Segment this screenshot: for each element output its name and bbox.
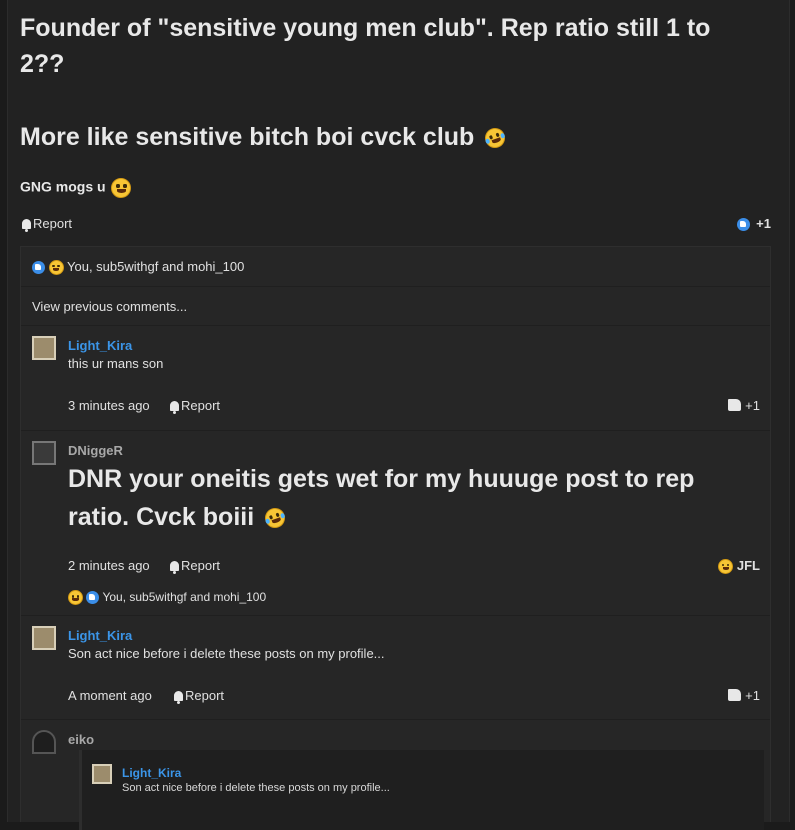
comment-reactions-summary[interactable]: You, sub5withgf and mohi_100 [68, 590, 267, 606]
comment-2: DNiggeR DNR your oneitis gets wet for my… [21, 430, 770, 614]
post-report-label: Report [33, 216, 73, 231]
post-title-line1: Founder of "sensitive young men club". R… [20, 14, 711, 42]
post-report-link[interactable]: Report [22, 216, 73, 232]
comment-1: Light_Kira this ur mans son 3 minutes ag… [21, 325, 770, 430]
quote-block: Light_Kira Son act nice before i delete … [79, 750, 764, 830]
comment-text-line1: DNR your oneitis gets wet for my huuuge … [68, 465, 695, 493]
post-line3: More like sensitive bitch boi cvck club [20, 119, 509, 155]
quote-text: Son act nice before i delete these posts… [122, 782, 390, 794]
bell-icon [174, 691, 183, 704]
comment-author[interactable]: Light_Kira [68, 338, 132, 353]
post-reaction-count-value: +1 [756, 216, 771, 231]
comment-text: this ur mans son [68, 356, 164, 371]
comment-author[interactable]: Light_Kira [68, 628, 132, 643]
like-icon [32, 261, 45, 275]
grinning-emoji-icon [111, 178, 132, 198]
post-line4-text: GNG mogs u [20, 178, 106, 195]
comment-text-line2-wrap: ratio. Cvck boiii [68, 499, 288, 535]
post-reaction-count[interactable]: +1 [736, 216, 771, 232]
comment-author[interactable]: DNiggeR [68, 443, 123, 458]
rofl-emoji-icon [482, 125, 509, 152]
reactions-summary-text: You, sub5withgf and mohi_100 [67, 259, 245, 274]
bell-icon [170, 401, 179, 414]
comment-report-label: Report [185, 688, 225, 703]
comment-4: eiko Light_Kira Son act nice before i de… [21, 719, 770, 830]
bell-icon [22, 219, 31, 232]
rofl-emoji-icon [262, 505, 288, 532]
post-line4: GNG mogs u [20, 178, 132, 198]
comment-reaction-button[interactable]: JFL [718, 558, 760, 575]
comment-report-link[interactable]: Report [170, 558, 221, 574]
avatar[interactable] [32, 730, 56, 754]
avatar[interactable] [32, 441, 56, 465]
post-title-line2: 2?? [20, 50, 65, 78]
comment-report-link[interactable]: Report [174, 688, 225, 704]
comment-report-label: Report [181, 558, 221, 573]
comment-text: Son act nice before i delete these posts… [68, 646, 385, 661]
comment-like-button[interactable]: +1 [728, 688, 760, 703]
comment-reaction-label: JFL [736, 558, 760, 573]
view-previous-row: View previous comments... [21, 286, 770, 325]
comment-time[interactable]: 2 minutes ago [68, 558, 150, 573]
thumbs-up-icon [728, 399, 742, 411]
avatar[interactable] [32, 336, 56, 360]
laughing-emoji-icon [68, 590, 83, 606]
comment-score: +1 [745, 398, 760, 413]
comment-author[interactable]: eiko [68, 732, 94, 747]
like-icon [736, 218, 750, 232]
comment-like-button[interactable]: +1 [728, 398, 760, 413]
comments-box: You, sub5withgf and mohi_100 View previo… [20, 246, 771, 830]
comment-report-link[interactable]: Report [170, 398, 221, 414]
comment-time[interactable]: 3 minutes ago [68, 398, 150, 413]
post-line3-text: More like sensitive bitch boi cvck club [20, 123, 475, 151]
laughing-emoji-icon [718, 559, 734, 575]
avatar[interactable] [32, 626, 56, 650]
comment-score: +1 [745, 688, 760, 703]
thumbs-up-icon [728, 689, 742, 701]
like-icon [86, 591, 100, 605]
comment-time[interactable]: A moment ago [68, 688, 152, 703]
comment-text-line2: ratio. Cvck boiii [68, 503, 255, 531]
comment-report-label: Report [181, 398, 221, 413]
comment-reactions-summary-text: You, sub5withgf and mohi_100 [102, 590, 267, 604]
post-container: Founder of "sensitive young men club". R… [7, 0, 790, 830]
quote-author[interactable]: Light_Kira [122, 766, 181, 780]
bell-icon [170, 561, 179, 574]
reactions-summary[interactable]: You, sub5withgf and mohi_100 [32, 259, 245, 276]
view-previous-comments-link[interactable]: View previous comments... [32, 299, 187, 314]
avatar[interactable] [92, 764, 112, 784]
comment-3: Light_Kira Son act nice before i delete … [21, 615, 770, 719]
laughing-emoji-icon [48, 260, 64, 276]
